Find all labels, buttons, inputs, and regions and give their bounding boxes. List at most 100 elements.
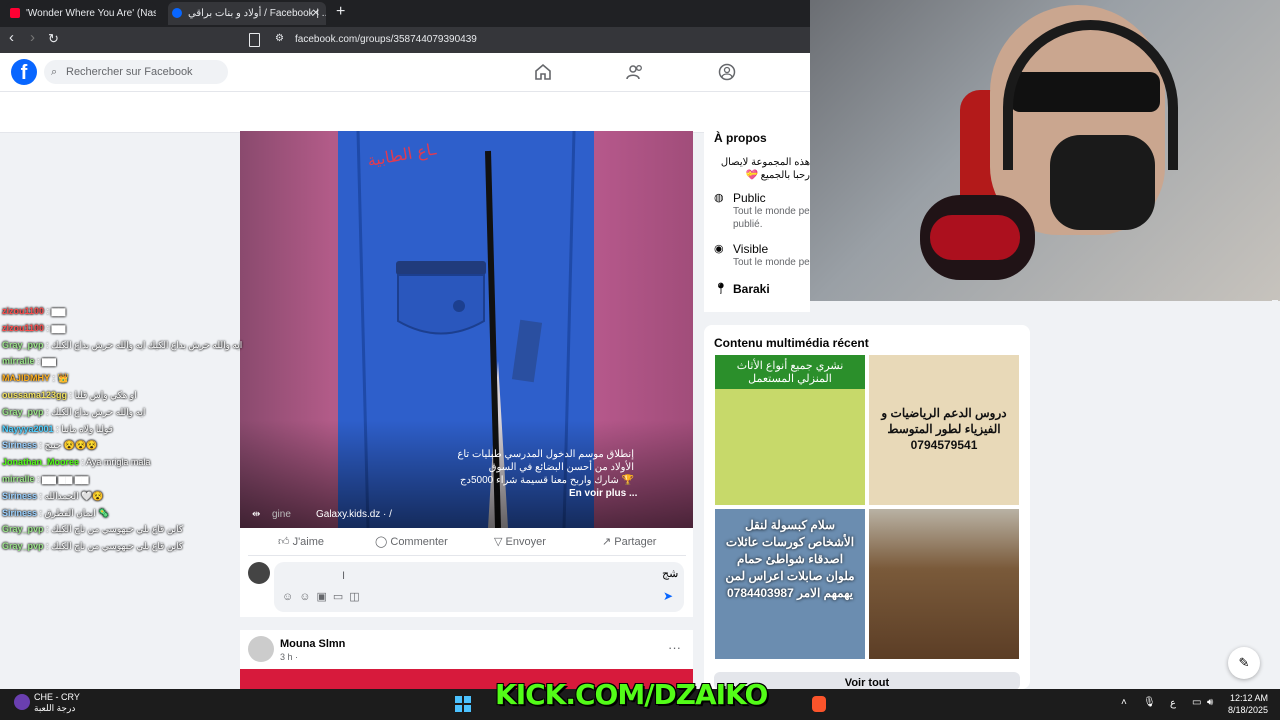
chat-username[interactable]: mirralle [2,474,35,484]
visibility-desc: Tout le monde pe [733,257,810,268]
back-icon[interactable]: ‹ [9,29,14,46]
chat-username[interactable]: zizou1100 [2,306,44,316]
comment-input[interactable] [274,562,684,612]
language-indicator[interactable]: ع [1170,698,1176,709]
edit-icon: ✎ [1238,655,1250,670]
chat-username[interactable]: Gray_pvp [2,524,44,534]
gif-icon[interactable]: ▭ [333,591,349,603]
network-icon[interactable]: ▭ [1192,697,1201,708]
like-label: J'aime [292,536,325,548]
post-timestamp[interactable]: 3 h · [280,652,298,662]
caption-line: إنطلاق موسم الدخول المدرسي طبليات تاع [457,449,634,460]
post-caption: إنطلاق موسم الدخول المدرسي طبليات تاع ال… [400,448,634,487]
chat-text: : قولنا ولاه ماتنا [56,423,113,434]
clock-date: 8/18/2025 [1228,705,1269,715]
url-field[interactable]: facebook.com/groups/358744079390439 [246,30,806,50]
tab-label: 'Wonder Where You Are' (Nasheed B [26,8,156,19]
send-comment-icon[interactable]: ➤ [663,589,673,603]
chat-message: Siriness : ايمان القطرق 🦠 [2,505,232,522]
chat-text: : الحمدالله 🤍😵 [39,490,104,501]
volume-icon[interactable]: 🔊︎ [1207,697,1213,708]
more-options-icon[interactable]: ··· [668,640,681,655]
emoji-icon[interactable]: ☺ [299,591,316,603]
tab-label: أولاد و بنات براقي / Facebook | ...ki [188,8,326,19]
microphone-icon[interactable]: 🎙︎ [1143,697,1156,708]
avatar-sticker-icon[interactable]: ☺ [282,591,299,603]
about-title: À propos [714,131,767,145]
chat-message: Gray_pvp : كاين قاع بلي جيهوسي من تاج ال… [2,538,232,555]
close-icon[interactable]: ✕ [312,2,320,25]
sticker-icon[interactable]: ◫ [349,591,365,603]
chat-message: Jonathan_Mooree : Aya mrigla mala [2,454,232,471]
chat-text: : ▆▆ [46,306,66,316]
browser-tab-facebook[interactable]: أولاد و بنات براقي / Facebook | ...ki ✕ [168,2,326,25]
divider [248,555,686,556]
friends-icon[interactable] [626,63,644,81]
new-message-button[interactable]: ✎ [1228,647,1260,679]
facebook-icon [172,8,182,19]
windows-start-icon[interactable] [455,696,471,712]
chat-username[interactable]: Siriness [2,491,37,501]
about-description-line: رحبا بالجميع 💝 [745,170,810,181]
home-icon[interactable] [534,63,552,81]
chat-text: : كاين قاع بلي جيهوسي من تاج الكيك [46,524,184,535]
chat-text: : ايمان القطرق 🦠 [39,507,110,518]
media-nav-icon[interactable]: ⇹ [252,509,260,520]
chat-text: : 👑 [52,373,69,384]
caption-line: 🏆 شارك واربح معنا قسيمة شراء 5000دج [460,475,634,486]
see-more-link[interactable]: En voir plus ... [569,488,637,499]
chat-username[interactable]: Siriness [2,440,37,450]
chat-username[interactable]: MAJIDMHY [2,373,50,383]
about-description: هذه المجموعة لايصال رحبا بالجميع 💝 [718,156,810,182]
privacy-title: Public [733,191,766,205]
scrollbar[interactable] [1272,300,1278,689]
media-thumbnail[interactable]: سلام كبسولة لنقل الأشخاص كورسات عائلات ا… [715,509,865,659]
reload-icon[interactable]: ↻ [48,31,59,47]
post-source-label[interactable]: Galaxy.kids.dz · / [316,509,392,520]
weather-title: CHE - CRY [34,692,80,702]
chat-username[interactable]: Nayyya2001 [2,424,54,434]
eye-icon: ◉ [714,243,724,255]
chevron-up-icon[interactable]: ˄ [1121,697,1127,708]
youtube-icon [10,8,20,19]
forward-icon[interactable]: › [30,29,35,46]
media-thumbnail[interactable]: دروس الدعم الرياضيات و الفيزياء لطور الم… [869,355,1019,505]
thumbnail-text: سلام كبسولة لنقل الأشخاص كورسات عائلات ا… [725,518,855,600]
send-label: Envoyer [505,536,546,548]
post-author[interactable]: Mouna Slmn [280,638,345,650]
chat-message: Siriness : الحمدالله 🤍😵 [2,488,232,505]
chat-username[interactable]: Jonathan_Mooree [2,457,79,467]
avatar[interactable] [248,636,274,662]
url-text: facebook.com/groups/358744079390439 [295,34,477,45]
chat-username[interactable]: Gray_pvp [2,407,44,417]
chat-username[interactable]: Gray_pvp [2,340,44,350]
weather-widget[interactable]: CHE - CRY درجة اللعبة [34,692,80,714]
browser-tab-youtube[interactable]: 'Wonder Where You Are' (Nasheed B [6,2,156,25]
camera-icon[interactable]: ▣ [316,591,332,603]
clock-time: 12:12 AM [1230,693,1269,703]
comment-tools: ☺☺▣▭◫ [282,590,366,603]
send-button[interactable]: ▽ Envoyer [494,535,546,548]
chat-message: Gray_pvp : ايه والله حرش بداع الكيك ايه … [2,337,242,354]
chat-username[interactable]: Siriness [2,508,37,518]
chat-username[interactable]: oussama123gg [2,390,67,400]
share-button[interactable]: ↗ Partager [602,535,656,548]
chat-message: Gray_pvp : ايه والله حرش بداع الكيك [2,404,232,421]
chat-username[interactable]: zizou1100 [2,323,44,333]
avatar[interactable] [248,562,270,584]
chat-username[interactable]: Gray_pvp [2,541,44,551]
system-clock[interactable]: 12:12 AM 8/18/2025 [1228,692,1268,716]
privacy-desc: Tout le monde pe [733,206,810,217]
chat-username[interactable]: mirralle [2,356,35,366]
brave-browser-icon[interactable] [812,696,826,712]
facebook-logo-icon[interactable]: f [11,59,37,85]
new-tab-button[interactable]: + [336,3,345,21]
groups-icon[interactable] [718,63,736,81]
like-button[interactable]: 👍︎ J'aime [278,535,324,548]
chat-message: zizou1100 : ▆▆ [2,303,232,320]
media-thumbnail[interactable] [869,509,1019,659]
text-cursor-icon: I [342,570,346,582]
media-thumbnail[interactable]: نشري جميع أنواع الأثاث المنزلي المستعمل [715,355,865,505]
comment-button[interactable]: ◯ Commenter [375,535,448,548]
chat-text: : او هكي واش قلنا [69,389,137,400]
